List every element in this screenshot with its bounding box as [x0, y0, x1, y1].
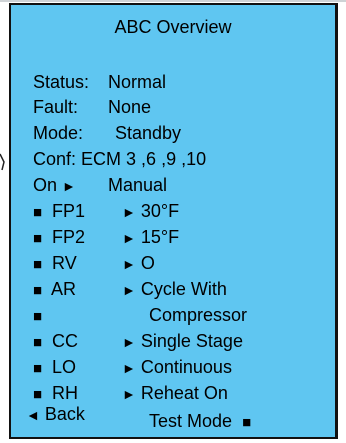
- mode-row: Mode:: [33, 122, 83, 144]
- square-bullet-icon: ■: [33, 230, 43, 247]
- square-bullet-icon: ■: [33, 308, 43, 325]
- test-mode-button[interactable]: Test Mode ■: [149, 410, 256, 434]
- mode-label: Mode:: [33, 123, 84, 143]
- item-name: CC: [52, 331, 79, 351]
- item-name: FP1: [52, 201, 86, 221]
- square-bullet-icon: ■: [33, 204, 43, 221]
- item-value[interactable]: Single Stage: [141, 331, 243, 351]
- frame-edge: [0, 0, 346, 2]
- conf-value: ECM 3 ,6 ,9 ,10: [81, 149, 207, 169]
- fault-row: Fault:: [33, 96, 78, 118]
- square-bullet-icon: ■: [33, 256, 43, 273]
- item-name: AR: [51, 279, 77, 299]
- mode-value: Standby: [115, 123, 182, 143]
- square-bullet-icon: ■: [33, 282, 43, 299]
- item-value[interactable]: Continuous: [141, 357, 232, 377]
- item-name: LO: [52, 357, 77, 377]
- list-item-fp2[interactable]: ■ FP2: [33, 226, 85, 250]
- square-bullet-icon: ■: [33, 334, 43, 351]
- status-label: Status:: [33, 72, 90, 92]
- list-item-lo[interactable]: ■ LO: [33, 356, 76, 380]
- test-mode-label: Test Mode: [149, 411, 233, 431]
- arrow-right-icon: ►: [122, 282, 136, 298]
- list-item-blank[interactable]: ■: [33, 304, 47, 328]
- on-row[interactable]: On ►: [33, 174, 76, 197]
- abc-overview-screen: ABC Overview Status: Normal Fault: None …: [9, 3, 338, 439]
- arrow-right-icon: ►: [122, 204, 136, 220]
- item-value[interactable]: 30°F: [141, 201, 179, 221]
- list-item-fp1[interactable]: ■ FP1: [33, 200, 85, 224]
- arrow-right-icon: ►: [122, 230, 136, 246]
- item-name: RV: [52, 253, 77, 273]
- item-value[interactable]: Cycle With: [141, 279, 227, 299]
- on-value[interactable]: Manual: [108, 175, 167, 195]
- square-bullet-icon: ■: [33, 360, 43, 377]
- on-label: On: [33, 175, 58, 195]
- item-value: Compressor: [149, 305, 248, 325]
- status-row: Status:: [33, 71, 89, 93]
- on-arrow-icon: ►: [62, 178, 76, 194]
- arrow-right-icon: ►: [122, 256, 136, 272]
- conf-label: Conf:: [33, 149, 77, 169]
- arrow-right-icon: ►: [122, 334, 136, 350]
- fault-label: Fault:: [33, 97, 79, 117]
- item-value[interactable]: 15°F: [141, 227, 179, 247]
- screen-title: ABC Overview: [114, 17, 232, 37]
- item-value[interactable]: Reheat On: [141, 383, 228, 403]
- list-item-ar[interactable]: ■ AR: [33, 278, 76, 302]
- item-name: FP2: [52, 227, 86, 247]
- fault-value: None: [108, 97, 152, 117]
- arrow-right-icon: ►: [122, 386, 136, 402]
- arrow-left-icon: ◄: [26, 407, 40, 423]
- item-name: RH: [52, 383, 79, 403]
- arrow-right-icon: ►: [122, 360, 136, 376]
- square-bullet-icon: ■: [242, 414, 252, 431]
- back-label: Back: [44, 404, 85, 424]
- back-button[interactable]: ◄ Back: [26, 403, 85, 426]
- item-value[interactable]: O: [141, 253, 155, 273]
- conf-row: Conf: ECM 3 ,6 ,9 ,10: [33, 148, 206, 170]
- bracket-mark: [0, 153, 5, 171]
- list-item-rv[interactable]: ■ RV: [33, 252, 77, 276]
- list-item-cc[interactable]: ■ CC: [33, 330, 78, 354]
- status-value: Normal: [108, 72, 167, 92]
